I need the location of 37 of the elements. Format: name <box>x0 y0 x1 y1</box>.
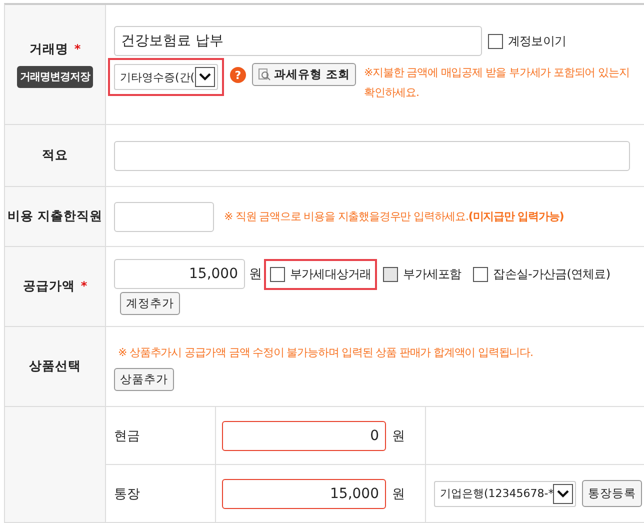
supply-amount-field[interactable]: 15,000 <box>114 259 245 289</box>
search-icon <box>258 68 271 81</box>
checkbox[interactable] <box>473 266 488 282</box>
checkbox-label: 잡손실-가산금(연체료) <box>493 266 610 282</box>
checkbox[interactable] <box>270 266 285 282</box>
unit-text: 원 <box>249 266 262 283</box>
unit-text: 원 <box>392 428 405 444</box>
employee-field[interactable] <box>114 202 214 232</box>
register-account-button[interactable]: 통장등록 <box>582 480 642 507</box>
field-label: 공급가액 <box>22 278 75 293</box>
checkbox-label: 부가세대상거래 <box>290 266 372 282</box>
unit-text: 원 <box>392 486 405 502</box>
field-label: 거래명 <box>29 41 68 56</box>
field-label: 적요 <box>42 147 68 164</box>
notice-text: ※ 상품추가시 공급가액 금액 수정이 불가능하며 입력된 상품 판매가 합계액이 입력됩니다. <box>118 344 533 360</box>
transaction-name-field[interactable]: 건강보험료 납부 <box>114 26 482 56</box>
checkbox-label: 부가세포함 <box>403 266 462 282</box>
amount-field[interactable]: 15,000 <box>222 478 386 508</box>
notice-text: ※ 직원 금액으로 비용을 지출했을경우만 입력하세요.(미지급만 입력가능) <box>224 208 564 224</box>
memo-field[interactable] <box>114 140 630 170</box>
payment-label: 통장 <box>114 486 140 502</box>
add-account-button[interactable]: 계정추가 <box>120 292 180 314</box>
required-mark: * <box>80 279 88 293</box>
chevron-down-icon <box>198 72 212 82</box>
save-name-button[interactable]: 거래명변경저장 <box>17 66 93 88</box>
add-product-button[interactable]: 상품추가 <box>114 368 174 390</box>
chevron-down-icon <box>556 488 570 498</box>
amount-field[interactable]: 0 <box>222 420 386 450</box>
receipt-type-select[interactable]: 기타영수증(간( <box>114 64 218 90</box>
checkbox[interactable] <box>488 34 503 48</box>
field-label: 비용 지출한직원 <box>7 208 103 225</box>
field-label: 상품선택 <box>29 358 81 375</box>
tax-type-button[interactable]: 과세유형 조회 <box>252 63 356 86</box>
required-mark: * <box>74 42 81 56</box>
payment-label: 현금 <box>114 428 140 444</box>
checkbox-label: 계정보이기 <box>508 32 566 50</box>
notice-text: ※지불한 금액에 매입공제 받을 부가세가 포함되어 있는지 확인하세요. <box>364 65 630 101</box>
